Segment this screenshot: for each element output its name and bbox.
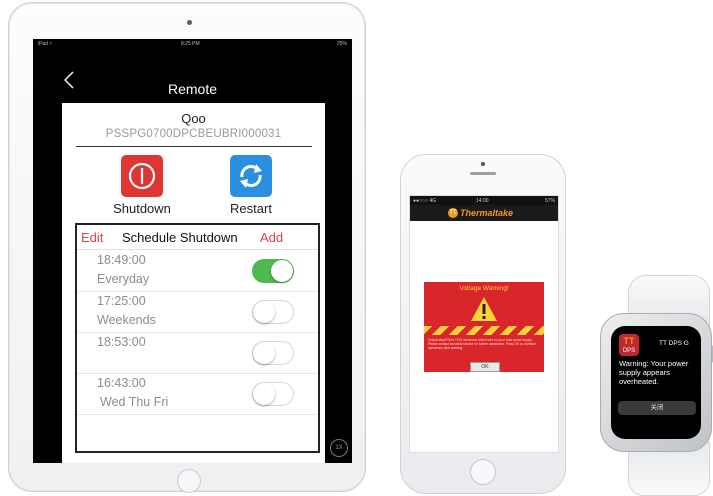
schedule-days: Everyday xyxy=(97,272,150,286)
hazard-stripes xyxy=(424,326,544,335)
restart-label: Restart xyxy=(230,201,272,216)
refresh-icon xyxy=(240,164,262,188)
schedule-row[interactable]: 18:53:00 xyxy=(77,332,318,374)
status-carrier: iPad ≈ xyxy=(38,41,53,47)
iphone-screen: ●●○○○ 4G 14:00 57% TT Thermaltake Voltag… xyxy=(409,195,559,453)
status-time: 14:00 xyxy=(476,198,489,204)
watch-screen: TT DPS TT DPS G Warning: Your power supp… xyxy=(611,326,701,439)
ipad-camera xyxy=(187,20,192,25)
warning-title: Voltage Warning! xyxy=(459,285,509,292)
iphone-device: ●●○○○ 4G 14:00 57% TT Thermaltake Voltag… xyxy=(400,154,566,494)
schedule-title: Schedule Shutdown xyxy=(122,230,238,245)
toggle-knob xyxy=(253,383,275,405)
schedule-row[interactable]: 17:25:00 Weekends xyxy=(77,291,318,333)
app-icon-tt: TT xyxy=(623,336,635,346)
iphone-speaker xyxy=(470,172,496,175)
app-icon-dps: DPS xyxy=(622,348,636,354)
schedule-row[interactable]: 18:49:00 Everyday xyxy=(77,250,318,292)
brand-name: Thermaltake xyxy=(460,208,514,218)
schedule-days: Wed Thu Fri xyxy=(100,395,169,409)
toggle-knob xyxy=(253,301,275,323)
schedule-time: 18:49:00 xyxy=(97,253,146,267)
ipad-home-button[interactable] xyxy=(177,469,201,493)
iphone-home-button[interactable] xyxy=(470,459,496,485)
iphone-status-bar: ●●○○○ 4G 14:00 57% xyxy=(410,196,558,205)
schedule-header: Edit Schedule Shutdown Add xyxy=(77,225,318,250)
ipad-device: iPad ≈ 8:25 PM 25% Remote Qoo PSSPG0700D… xyxy=(8,2,366,493)
notification-message: Warning: Your power supply appears overh… xyxy=(619,359,689,386)
schedule-list: Edit Schedule Shutdown Add 18:49:00 Ever… xyxy=(75,223,320,453)
toggle-knob xyxy=(253,342,275,364)
schedule-row[interactable]: 16:43:00 Wed Thu Fri xyxy=(77,373,318,415)
warning-triangle-icon xyxy=(471,297,497,321)
status-battery: 57% xyxy=(544,198,555,204)
schedule-time: 18:53:00 xyxy=(97,335,146,349)
dismiss-button[interactable]: 关闭 xyxy=(618,401,696,415)
ipad-status-bar: iPad ≈ 8:25 PM 25% xyxy=(33,39,352,48)
device-serial: PSSPG0700DPCBEUBRI000031 xyxy=(105,128,282,140)
toggle-knob xyxy=(271,260,293,282)
status-battery: 25% xyxy=(336,41,347,47)
schedule-toggle[interactable] xyxy=(252,300,294,324)
divider xyxy=(76,146,312,147)
shutdown-label: Shutdown xyxy=(113,201,171,216)
ipad-screen: iPad ≈ 8:25 PM 25% Remote Qoo PSSPG0700D… xyxy=(33,39,352,463)
schedule-time: 16:43:00 xyxy=(97,376,146,390)
schedule-toggle[interactable] xyxy=(252,259,294,283)
status-time: 8:25 PM xyxy=(181,41,200,47)
edit-button[interactable]: Edit xyxy=(81,230,103,245)
add-button[interactable]: Add xyxy=(260,230,283,245)
remote-panel: Qoo PSSPG0700DPCBEUBRI000031 Shutdown Re… xyxy=(62,103,325,463)
thermaltake-logo-icon: TT xyxy=(448,208,458,218)
watch-device: TT DPS TT DPS G Warning: Your power supp… xyxy=(600,313,712,452)
schedule-time: 17:25:00 xyxy=(97,294,146,308)
device-name: Qoo xyxy=(181,111,206,126)
zoom-badge[interactable]: 1X xyxy=(330,439,348,457)
schedule-toggle[interactable] xyxy=(252,382,294,406)
schedule-days: Weekends xyxy=(97,313,156,327)
page-title: Remote xyxy=(167,81,218,97)
voltage-warning-dialog: Voltage Warning! Output stop:PSU's +12V … xyxy=(424,282,544,372)
shutdown-button[interactable] xyxy=(121,155,163,197)
restart-button[interactable] xyxy=(230,155,272,197)
schedule-toggle[interactable] xyxy=(252,341,294,365)
ok-button[interactable]: OK xyxy=(470,362,500,372)
iphone-camera xyxy=(481,162,485,166)
power-icon xyxy=(128,162,156,190)
app-name: TT DPS G xyxy=(659,340,689,347)
app-header: TT Thermaltake xyxy=(410,205,558,221)
app-icon: TT DPS xyxy=(619,334,639,356)
status-carrier: ●●○○○ 4G xyxy=(413,198,437,204)
warning-body: Output stop:PSU's +12V abnormal, which w… xyxy=(428,338,536,350)
